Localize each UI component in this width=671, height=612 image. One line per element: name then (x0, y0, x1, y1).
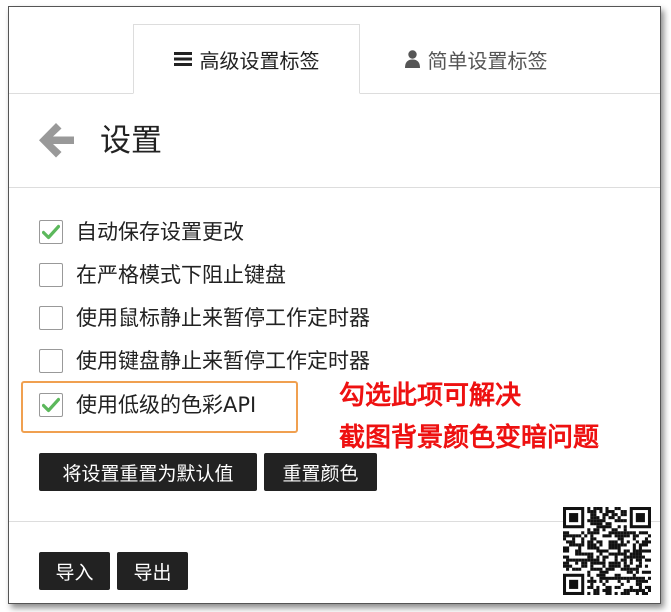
tab-advanced-settings[interactable]: 高级设置标签 (133, 24, 360, 94)
tab-bar: 高级设置标签 简单设置标签 (9, 7, 660, 94)
checkbox-unchecked[interactable] (39, 306, 63, 330)
annotation-line-2: 截图背景颜色变暗问题 (339, 423, 600, 453)
option-label: 使用低级的色彩API (76, 393, 257, 417)
import-button[interactable]: 导入 (39, 552, 110, 590)
option-label: 自动保存设置更改 (76, 220, 244, 244)
tab-simple-label: 简单设置标签 (427, 48, 548, 73)
page-title: 设置 (100, 123, 162, 159)
settings-window: 高级设置标签 简单设置标签 设置 自动保存设置更改 在严格模式下阻止键盘 使用鼠… (8, 6, 661, 604)
option-keyboard-idle-pause[interactable]: 使用键盘静止来暂停工作定时器 (39, 346, 370, 376)
option-label: 在严格模式下阻止键盘 (76, 263, 286, 287)
option-low-level-color-api[interactable]: 使用低级的色彩API (39, 390, 256, 420)
option-block-keyboard-strict[interactable]: 在严格模式下阻止键盘 (39, 260, 286, 290)
option-auto-save[interactable]: 自动保存设置更改 (39, 217, 244, 247)
annotation-line-1: 勾选此项可解决 (339, 381, 522, 411)
checkbox-unchecked[interactable] (39, 349, 63, 373)
reset-default-button[interactable]: 将设置重置为默认值 (39, 453, 257, 491)
tab-advanced-label: 高级设置标签 (199, 48, 320, 73)
checkmark-icon (42, 397, 60, 413)
option-label: 使用键盘静止来暂停工作定时器 (76, 349, 370, 373)
qr-code (563, 507, 652, 596)
export-button[interactable]: 导出 (117, 552, 188, 590)
user-icon (404, 50, 420, 68)
checkmark-icon (42, 224, 60, 240)
back-arrow-icon[interactable] (38, 120, 76, 160)
checkbox-unchecked[interactable] (39, 263, 63, 287)
checkbox-checked[interactable] (39, 393, 63, 417)
checkbox-checked[interactable] (39, 220, 63, 244)
tab-simple-settings[interactable]: 简单设置标签 (361, 24, 591, 94)
option-mouse-idle-pause[interactable]: 使用鼠标静止来暂停工作定时器 (39, 303, 370, 333)
reset-colors-button[interactable]: 重置颜色 (264, 453, 377, 491)
hamburger-menu-icon (173, 51, 192, 67)
option-label: 使用鼠标静止来暂停工作定时器 (76, 306, 370, 330)
page-header: 设置 (9, 94, 660, 188)
